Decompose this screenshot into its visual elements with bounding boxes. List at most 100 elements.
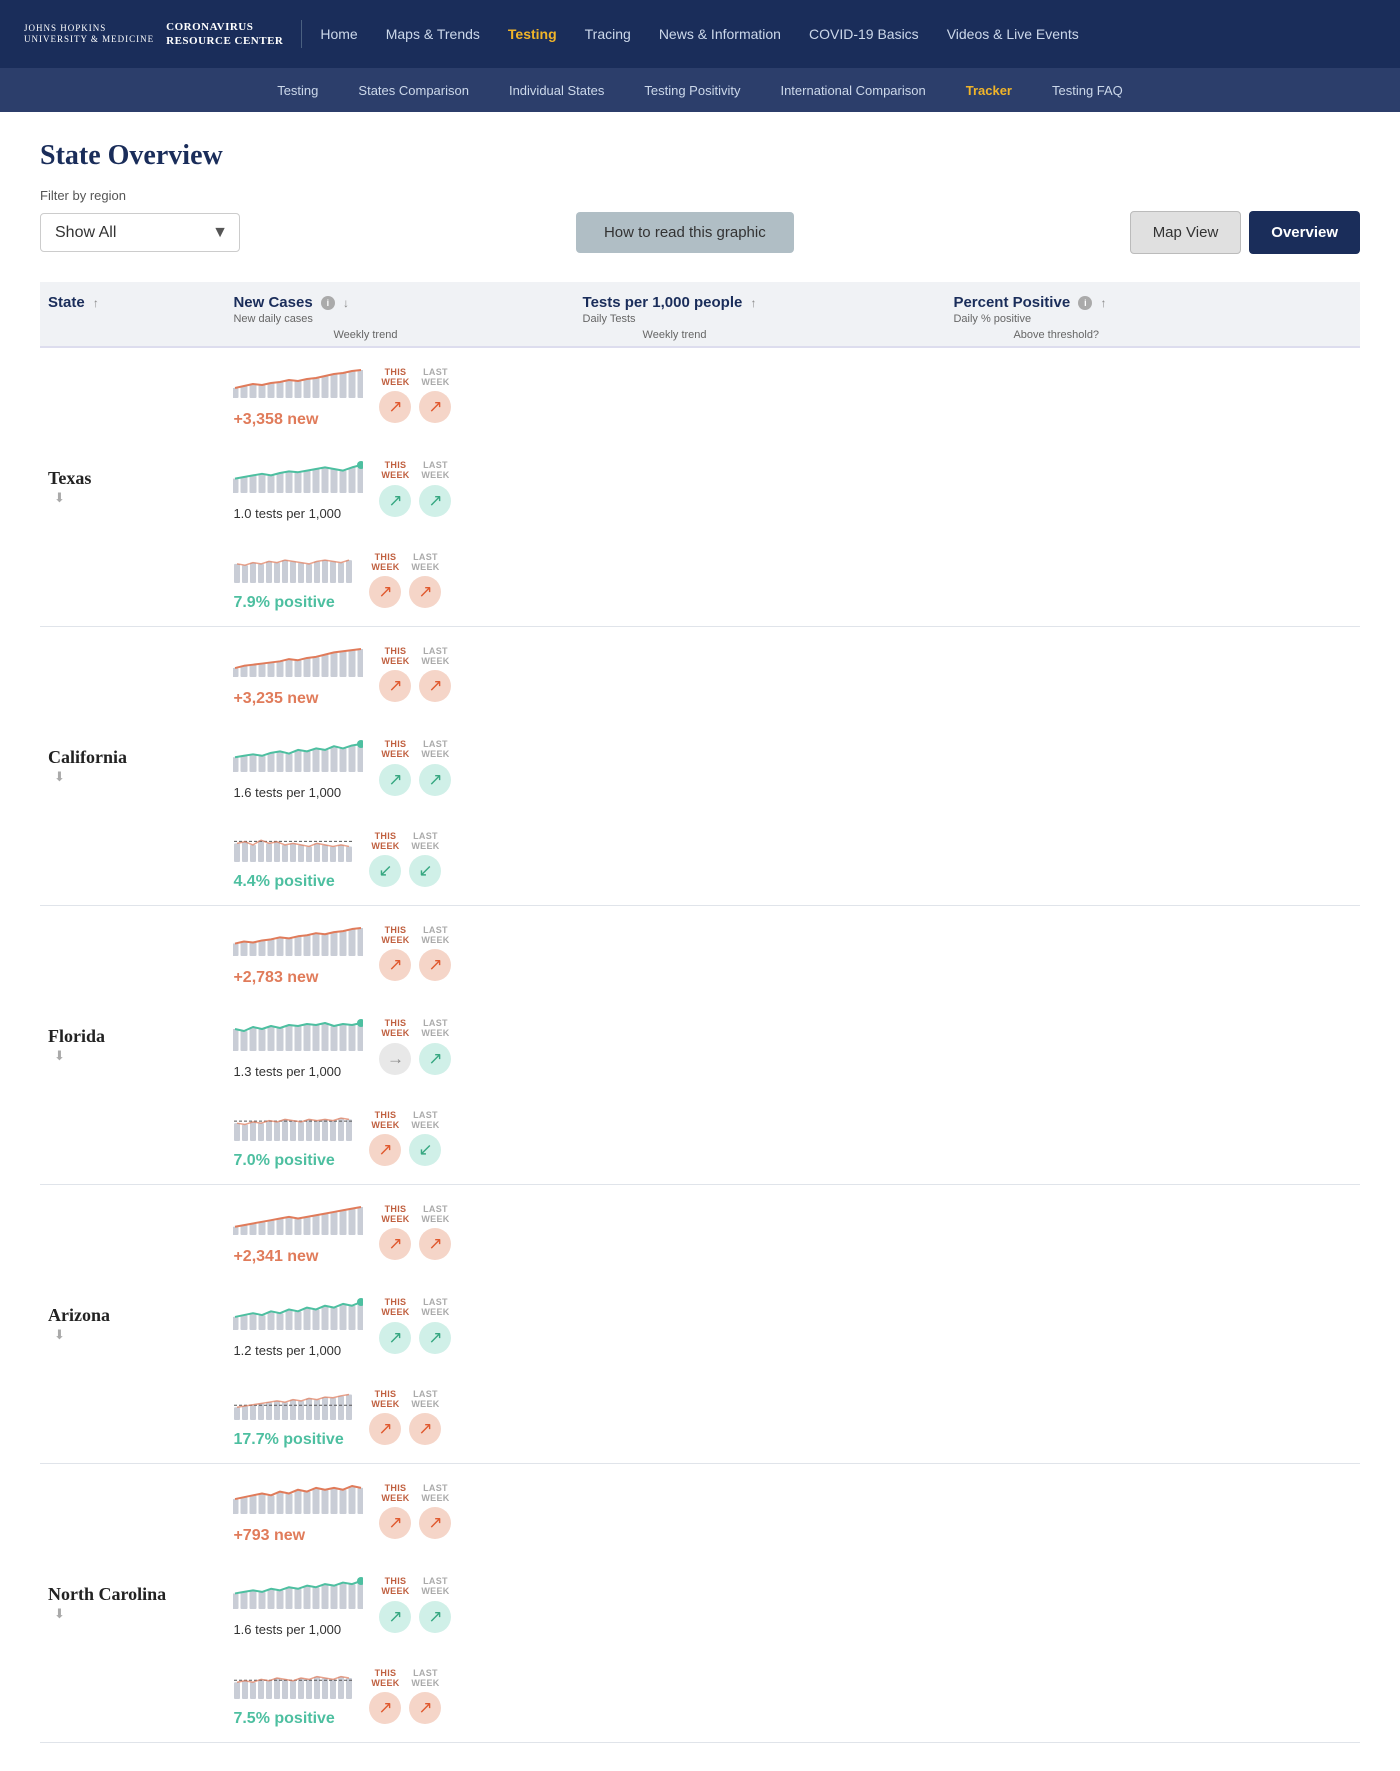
pct-last-week-col: LASTWEEK ↙	[409, 1111, 441, 1167]
arrow-badge: ↗	[409, 1413, 441, 1445]
this-week-col: THISWEEK ↗	[379, 647, 411, 703]
arrow-badge: ↗	[379, 485, 411, 517]
arrow-badge: ↗	[379, 1322, 411, 1354]
pct-last-week-label: LASTWEEK	[411, 1669, 439, 1689]
pct-this-week-col: THISWEEK ↙	[369, 832, 401, 888]
nav-home[interactable]: Home	[320, 26, 357, 42]
new-cases-sort-icon[interactable]: ↓	[343, 296, 349, 310]
map-view-button[interactable]: Map View	[1130, 211, 1242, 254]
tests-chart: 1.6 tests per 1,000	[233, 1573, 363, 1637]
tests-per-value: 1.0 tests per 1,000	[233, 506, 363, 521]
nav-news[interactable]: News & Information	[659, 26, 781, 42]
pct-last-week-label: LASTWEEK	[411, 553, 439, 573]
sec-nav-individual-states[interactable]: Individual States	[489, 68, 624, 112]
tests-last-week-label: LASTWEEK	[421, 1019, 449, 1039]
download-icon[interactable]: ⬇	[54, 1327, 65, 1342]
pct-week-badges: THISWEEK ↙ LASTWEEK ↙	[369, 832, 441, 888]
crc-logo: CORONAVIRUSRESOURCE CENTER	[166, 20, 283, 49]
arrow-badge: ↗	[379, 1507, 411, 1539]
download-icon[interactable]: ⬇	[54, 769, 65, 784]
sec-nav-international[interactable]: International Comparison	[760, 68, 945, 112]
nav-videos[interactable]: Videos & Live Events	[947, 26, 1079, 42]
tests-cell: 1.6 tests per 1,000 THISWEEK ↗ LASTWEEK …	[225, 722, 574, 814]
col-header-tests-weekly: Weekly trend	[643, 329, 707, 341]
arrow-badge: ↗	[419, 1507, 451, 1539]
region-select[interactable]: Show All Northeast South Midwest West	[40, 213, 240, 252]
pct-this-week-col: THISWEEK ↗	[369, 1390, 401, 1446]
tests-this-week-col: THISWEEK ↗	[379, 1577, 411, 1633]
tests-sort-icon[interactable]: ↑	[751, 296, 757, 310]
pct-info-icon[interactable]: i	[1078, 296, 1092, 310]
download-icon[interactable]: ⬇	[54, 1048, 65, 1063]
state-table: State ↑ New Cases i ↓ New daily cases We…	[40, 282, 1360, 1743]
this-week-label: THISWEEK	[381, 368, 409, 388]
arrow-badge: ↗	[379, 670, 411, 702]
main-content: State Overview Filter by region Show All…	[0, 112, 1400, 1771]
table-header-row: State ↑ New Cases i ↓ New daily cases We…	[40, 282, 1360, 347]
download-icon[interactable]: ⬇	[54, 1606, 65, 1621]
state-name-cell: Texas ⬇	[40, 347, 225, 627]
pct-chart-svg	[233, 1386, 353, 1422]
pct-cell: 4.4% positive THISWEEK ↙ LASTWEEK ↙	[225, 814, 574, 905]
tests-last-week-col: LASTWEEK ↗	[419, 461, 451, 517]
pct-this-week-col: THISWEEK ↗	[369, 553, 401, 609]
overview-button[interactable]: Overview	[1249, 211, 1360, 254]
arrow-badge: ↗	[419, 1322, 451, 1354]
pct-chart-svg	[233, 1107, 353, 1143]
col-header-new-cases: New Cases i ↓ New daily cases Weekly tre…	[225, 282, 574, 347]
tests-per-value: 1.2 tests per 1,000	[233, 1343, 363, 1358]
jhu-logo: JOHNS HOPKINS UNIVERSITY & MEDICINE	[24, 23, 154, 45]
pct-week-badges: THISWEEK ↗ LASTWEEK ↗	[369, 1669, 441, 1725]
new-cases-chart: +793 new	[233, 1478, 363, 1545]
sec-nav-testing[interactable]: Testing	[257, 68, 338, 112]
nav-testing[interactable]: Testing	[508, 26, 557, 42]
arrow-badge: →	[379, 1043, 411, 1075]
tests-last-week-col: LASTWEEK ↗	[419, 1298, 451, 1354]
pct-cell: 7.5% positive THISWEEK ↗ LASTWEEK ↗	[225, 1651, 574, 1742]
this-week-col: THISWEEK ↗	[379, 1484, 411, 1540]
sec-nav-tracker[interactable]: Tracker	[946, 68, 1032, 112]
pct-this-week-col: THISWEEK ↗	[369, 1669, 401, 1725]
nav-covid-basics[interactable]: COVID-19 Basics	[809, 26, 919, 42]
page-title: State Overview	[40, 140, 1360, 172]
nav-tracing[interactable]: Tracing	[585, 26, 631, 42]
pct-last-week-col: LASTWEEK ↗	[409, 553, 441, 609]
nav-maps[interactable]: Maps & Trends	[386, 26, 480, 42]
jhu-title: JOHNS HOPKINS	[24, 23, 154, 34]
state-sort-icon[interactable]: ↑	[93, 296, 99, 310]
sec-nav-states-comparison[interactable]: States Comparison	[338, 68, 489, 112]
table-row: North Carolina ⬇ +793 new THISWEEK ↗ LAS…	[40, 1464, 1360, 1743]
pct-chart-svg	[233, 828, 353, 864]
arrow-badge: ↗	[409, 1692, 441, 1724]
pct-sort-icon[interactable]: ↑	[1101, 296, 1107, 310]
top-nav-links: Home Maps & Trends Testing Tracing News …	[320, 26, 1376, 42]
sec-nav-faq[interactable]: Testing FAQ	[1032, 68, 1143, 112]
pct-positive-value: 7.5% positive	[233, 1710, 353, 1728]
sec-nav: Testing States Comparison Individual Sta…	[0, 68, 1400, 112]
tests-per-value: 1.6 tests per 1,000	[233, 1622, 363, 1637]
this-week-label: THISWEEK	[381, 1205, 409, 1225]
sec-nav-testing-positivity[interactable]: Testing Positivity	[624, 68, 760, 112]
new-cases-chart: +3,358 new	[233, 362, 363, 429]
mini-chart-svg	[233, 1478, 363, 1518]
new-cases-cell: +3,235 new THISWEEK ↗ LASTWEEK ↗	[225, 627, 574, 722]
how-to-button[interactable]: How to read this graphic	[576, 212, 794, 253]
new-cases-week-badges: THISWEEK ↗ LASTWEEK ↗	[379, 1205, 451, 1261]
pct-positive-value: 7.9% positive	[233, 594, 353, 612]
state-name: Florida	[48, 1026, 217, 1047]
pct-last-week-label: LASTWEEK	[411, 1111, 439, 1131]
last-week-col: LASTWEEK ↗	[419, 647, 451, 703]
state-name-cell: North Carolina ⬇	[40, 1464, 225, 1743]
tests-per-value: 1.6 tests per 1,000	[233, 785, 363, 800]
last-week-col: LASTWEEK ↗	[419, 1205, 451, 1261]
state-name: California	[48, 747, 217, 768]
table-row: Texas ⬇ +3,358 new THISWEEK ↗ LASTWEEK ↗…	[40, 347, 1360, 627]
tests-this-week-label: THISWEEK	[381, 1019, 409, 1039]
new-cases-value: +2,783 new	[233, 969, 363, 987]
arrow-badge: ↗	[409, 576, 441, 608]
region-select-wrapper: Show All Northeast South Midwest West ▼	[40, 213, 240, 252]
new-cases-info-icon[interactable]: i	[321, 296, 335, 310]
download-icon[interactable]: ⬇	[54, 490, 65, 505]
mini-chart-svg	[233, 920, 363, 960]
state-name-cell: Arizona ⬇	[40, 1185, 225, 1464]
